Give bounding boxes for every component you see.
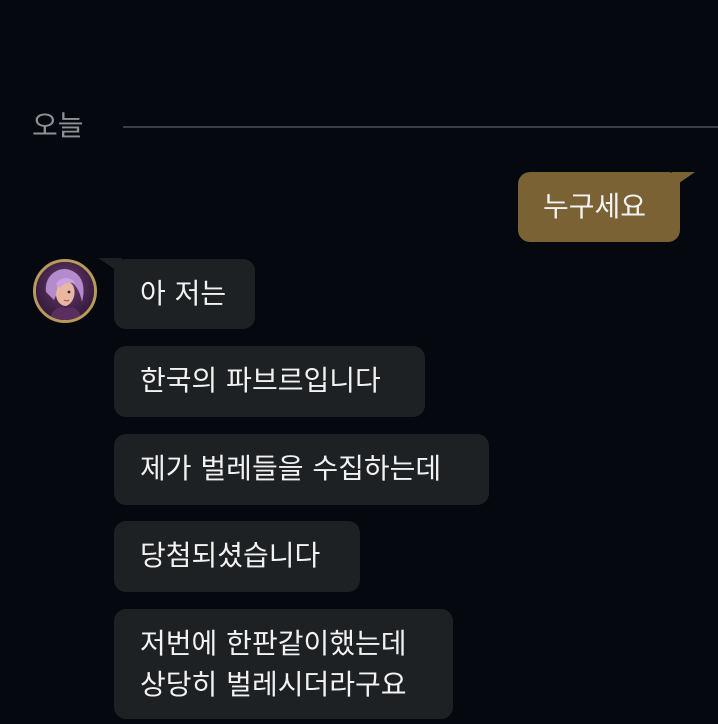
champion-portrait-icon [36,262,94,320]
sender-avatar[interactable] [33,259,97,323]
received-message-bubble[interactable]: 아 저는 [114,259,255,329]
received-message-bubble[interactable]: 저번에 한판같이했는데 상당히 벌레시더라구요 [114,609,453,719]
received-message-bubble[interactable]: 제가 벌레들을 수집하는데 [114,434,489,505]
received-message-bubble[interactable]: 당첨되셨습니다 [114,521,360,592]
date-divider-label: 오늘 [32,109,84,142]
sent-message-bubble[interactable]: 누구세요 [518,172,680,242]
received-message-bubble[interactable]: 한국의 파브르입니다 [114,346,425,417]
chat-screen: 오늘 누구세요 아 저는 한국의 파브르입니다 제가 벌레들을 수집하는데 당첨… [0,0,718,724]
date-divider-line [123,126,718,128]
